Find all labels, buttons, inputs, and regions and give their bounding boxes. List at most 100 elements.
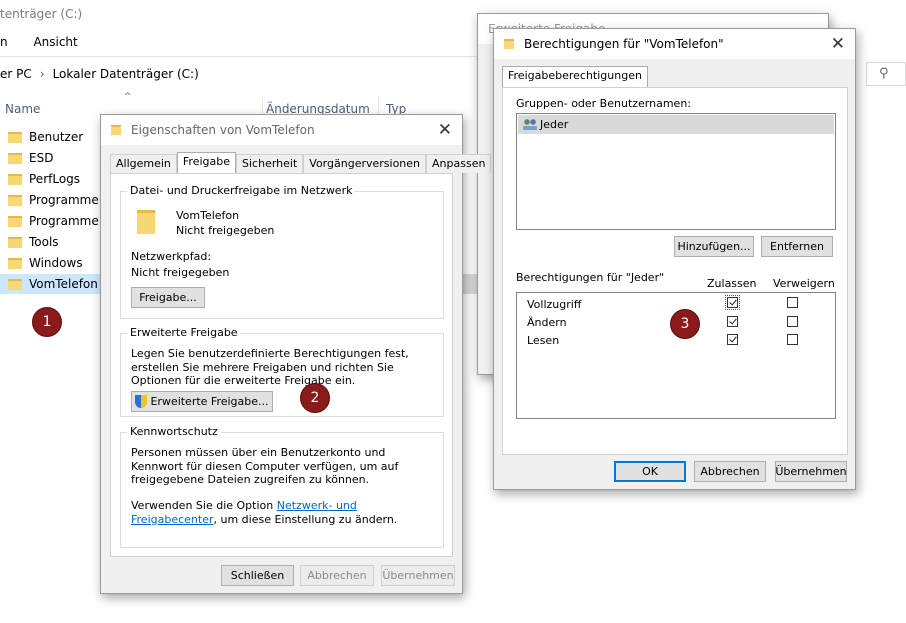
folder-icon bbox=[8, 236, 22, 248]
share-button[interactable]: Freigabe... bbox=[131, 287, 205, 308]
group-name: Jeder bbox=[540, 118, 569, 131]
freigabe-panel: Datei- und Druckerfreigabe im Netzwerk V… bbox=[110, 173, 453, 557]
folder-icon bbox=[8, 131, 22, 143]
search-input[interactable]: ⚲ bbox=[866, 62, 906, 86]
tab-freigabe[interactable]: Freigabe bbox=[176, 152, 237, 174]
network-path-label: Netzwerkpfad: bbox=[131, 250, 212, 263]
password-protection-group: Kennwortschutz Personen müssen über ein … bbox=[120, 425, 444, 548]
breadcrumb-separator-icon: › bbox=[39, 67, 45, 81]
folder-name: Tools bbox=[29, 235, 59, 249]
network-path-value: Nicht freigegeben bbox=[131, 266, 230, 279]
password-change-prefix: Verwenden Sie die Option bbox=[131, 499, 277, 512]
permission-name-aendern: Ändern bbox=[527, 316, 567, 329]
folder-name: Programme bbox=[29, 193, 99, 207]
folder-icon bbox=[504, 39, 514, 49]
add-button[interactable]: Hinzufügen... bbox=[674, 236, 754, 257]
search-icon: ⚲ bbox=[879, 66, 889, 81]
folder-icon bbox=[8, 152, 22, 164]
deny-checkbox-lesen[interactable] bbox=[787, 334, 798, 345]
allow-header: Zulassen bbox=[707, 277, 757, 290]
permissions-title: Berechtigungen für "VomTelefon" bbox=[524, 37, 724, 51]
properties-tabs: Allgemein Freigabe Sicherheit Vorgängerv… bbox=[110, 152, 492, 174]
password-change-suffix: , um diese Einstellung zu ändern. bbox=[213, 512, 398, 526]
close-icon[interactable]: ✕ bbox=[438, 120, 452, 140]
folder-row[interactable]: Programme (x86) bbox=[0, 211, 106, 231]
folder-row[interactable]: Benutzer bbox=[0, 127, 106, 147]
folder-name: Windows bbox=[29, 256, 83, 270]
properties-dialog: Eigenschaften von VomTelefon ✕ Allgemein… bbox=[100, 114, 492, 594]
explorer-window-title: tenträger (C:) bbox=[0, 7, 83, 21]
password-change-text: Verwenden Sie die Option Netzwerk- und F… bbox=[131, 499, 437, 526]
folder-row-selected[interactable]: VomTelefon bbox=[0, 274, 110, 294]
cancel-button[interactable]: Abbrechen bbox=[300, 565, 374, 586]
tab-allgemein[interactable]: Allgemein bbox=[110, 154, 177, 173]
folder-name: ESD bbox=[29, 151, 54, 165]
folder-icon bbox=[8, 194, 22, 206]
address-bar[interactable]: er PC › Lokaler Datenträger (C:) bbox=[0, 62, 480, 86]
folder-large-icon bbox=[137, 210, 155, 234]
deny-checkbox-vollzugriff[interactable] bbox=[787, 297, 798, 308]
folder-icon bbox=[8, 173, 22, 185]
password-description: Personen müssen über ein Benutzerkonto u… bbox=[131, 446, 399, 486]
column-name[interactable]: Name bbox=[5, 102, 40, 116]
ok-button[interactable]: OK bbox=[614, 461, 686, 482]
group-item-jeder[interactable]: Jeder bbox=[518, 115, 834, 134]
folder-name: VomTelefon bbox=[29, 277, 98, 291]
breadcrumb-this-pc[interactable]: er PC bbox=[0, 67, 32, 81]
password-protection-legend: Kennwortschutz bbox=[127, 425, 221, 438]
permission-name-lesen: Lesen bbox=[527, 334, 560, 347]
folder-name: PerfLogs bbox=[29, 172, 81, 186]
permissions-dialog: Berechtigungen für "VomTelefon" ✕ Freiga… bbox=[493, 28, 856, 490]
advanced-sharing-button[interactable]: Erweiterte Freigabe... bbox=[131, 391, 273, 412]
tab-sicherheit[interactable]: Sicherheit bbox=[236, 154, 304, 173]
groups-label: Gruppen- oder Benutzernamen: bbox=[516, 97, 692, 110]
groups-listbox[interactable]: Jeder bbox=[516, 113, 836, 230]
step-badge-3: 3 bbox=[670, 309, 700, 339]
advanced-sharing-group: Erweiterte Freigabe Legen Sie benutzerde… bbox=[120, 326, 444, 417]
permission-name-vollzugriff: Vollzugriff bbox=[527, 298, 582, 311]
share-folder-name: VomTelefon bbox=[176, 209, 240, 222]
tab-freigabeberechtigungen[interactable]: Freigabeberechtigungen bbox=[502, 66, 648, 88]
folder-icon bbox=[8, 257, 22, 269]
folder-row[interactable]: PerfLogs bbox=[0, 169, 106, 189]
folder-name: Programme (x86) bbox=[29, 214, 106, 228]
close-button[interactable]: Schließen bbox=[221, 565, 294, 586]
explorer-menu: n Ansicht bbox=[0, 35, 100, 49]
step-badge-1: 1 bbox=[32, 307, 62, 337]
folder-row[interactable]: Tools bbox=[0, 232, 106, 252]
users-icon bbox=[523, 119, 537, 130]
tab-vorgaengerversionen[interactable]: Vorgängerversionen bbox=[303, 154, 427, 173]
remove-button[interactable]: Entfernen bbox=[761, 236, 833, 257]
file-sharing-group: Datei- und Druckerfreigabe im Netzwerk V… bbox=[120, 184, 444, 319]
folder-name: Benutzer bbox=[29, 130, 84, 144]
folder-icon bbox=[8, 278, 22, 290]
close-icon[interactable]: ✕ bbox=[831, 34, 845, 54]
properties-title: Eigenschaften von VomTelefon bbox=[131, 123, 315, 137]
advanced-sharing-description: Legen Sie benutzerdefinierte Berechtigun… bbox=[131, 347, 409, 387]
permissions-tabs: Freigabeberechtigungen bbox=[502, 66, 648, 88]
breadcrumb-drive[interactable]: Lokaler Datenträger (C:) bbox=[53, 67, 199, 81]
deny-header: Verweigern bbox=[773, 277, 835, 290]
apply-button[interactable]: Übernehmen bbox=[381, 565, 455, 586]
allow-checkbox-aendern[interactable] bbox=[727, 316, 738, 327]
allow-checkbox-vollzugriff[interactable] bbox=[725, 295, 740, 310]
tab-anpassen[interactable]: Anpassen bbox=[426, 154, 492, 173]
deny-checkbox-aendern[interactable] bbox=[787, 316, 798, 327]
menu-item-partial[interactable]: n bbox=[0, 35, 8, 49]
folder-icon bbox=[8, 215, 22, 227]
share-folder-status: Nicht freigegeben bbox=[176, 224, 275, 237]
permissions-for-label: Berechtigungen für "Jeder" bbox=[516, 271, 665, 284]
file-sharing-legend: Datei- und Druckerfreigabe im Netzwerk bbox=[127, 184, 356, 197]
allow-checkbox-lesen[interactable] bbox=[727, 334, 738, 345]
cancel-button[interactable]: Abbrechen bbox=[694, 461, 766, 482]
folder-row[interactable]: Programme bbox=[0, 190, 106, 210]
permissions-title-bar: Berechtigungen für "VomTelefon" ✕ bbox=[494, 29, 855, 59]
advanced-sharing-legend: Erweiterte Freigabe bbox=[127, 326, 241, 339]
menu-item-ansicht[interactable]: Ansicht bbox=[33, 35, 77, 49]
folder-icon bbox=[111, 125, 121, 135]
folder-row[interactable]: Windows bbox=[0, 253, 106, 273]
apply-button[interactable]: Übernehmen bbox=[775, 461, 847, 482]
properties-title-bar: Eigenschaften von VomTelefon ✕ bbox=[101, 115, 462, 145]
folder-row[interactable]: ESD bbox=[0, 148, 106, 168]
advanced-sharing-button-label: Erweiterte Freigabe... bbox=[150, 395, 269, 408]
